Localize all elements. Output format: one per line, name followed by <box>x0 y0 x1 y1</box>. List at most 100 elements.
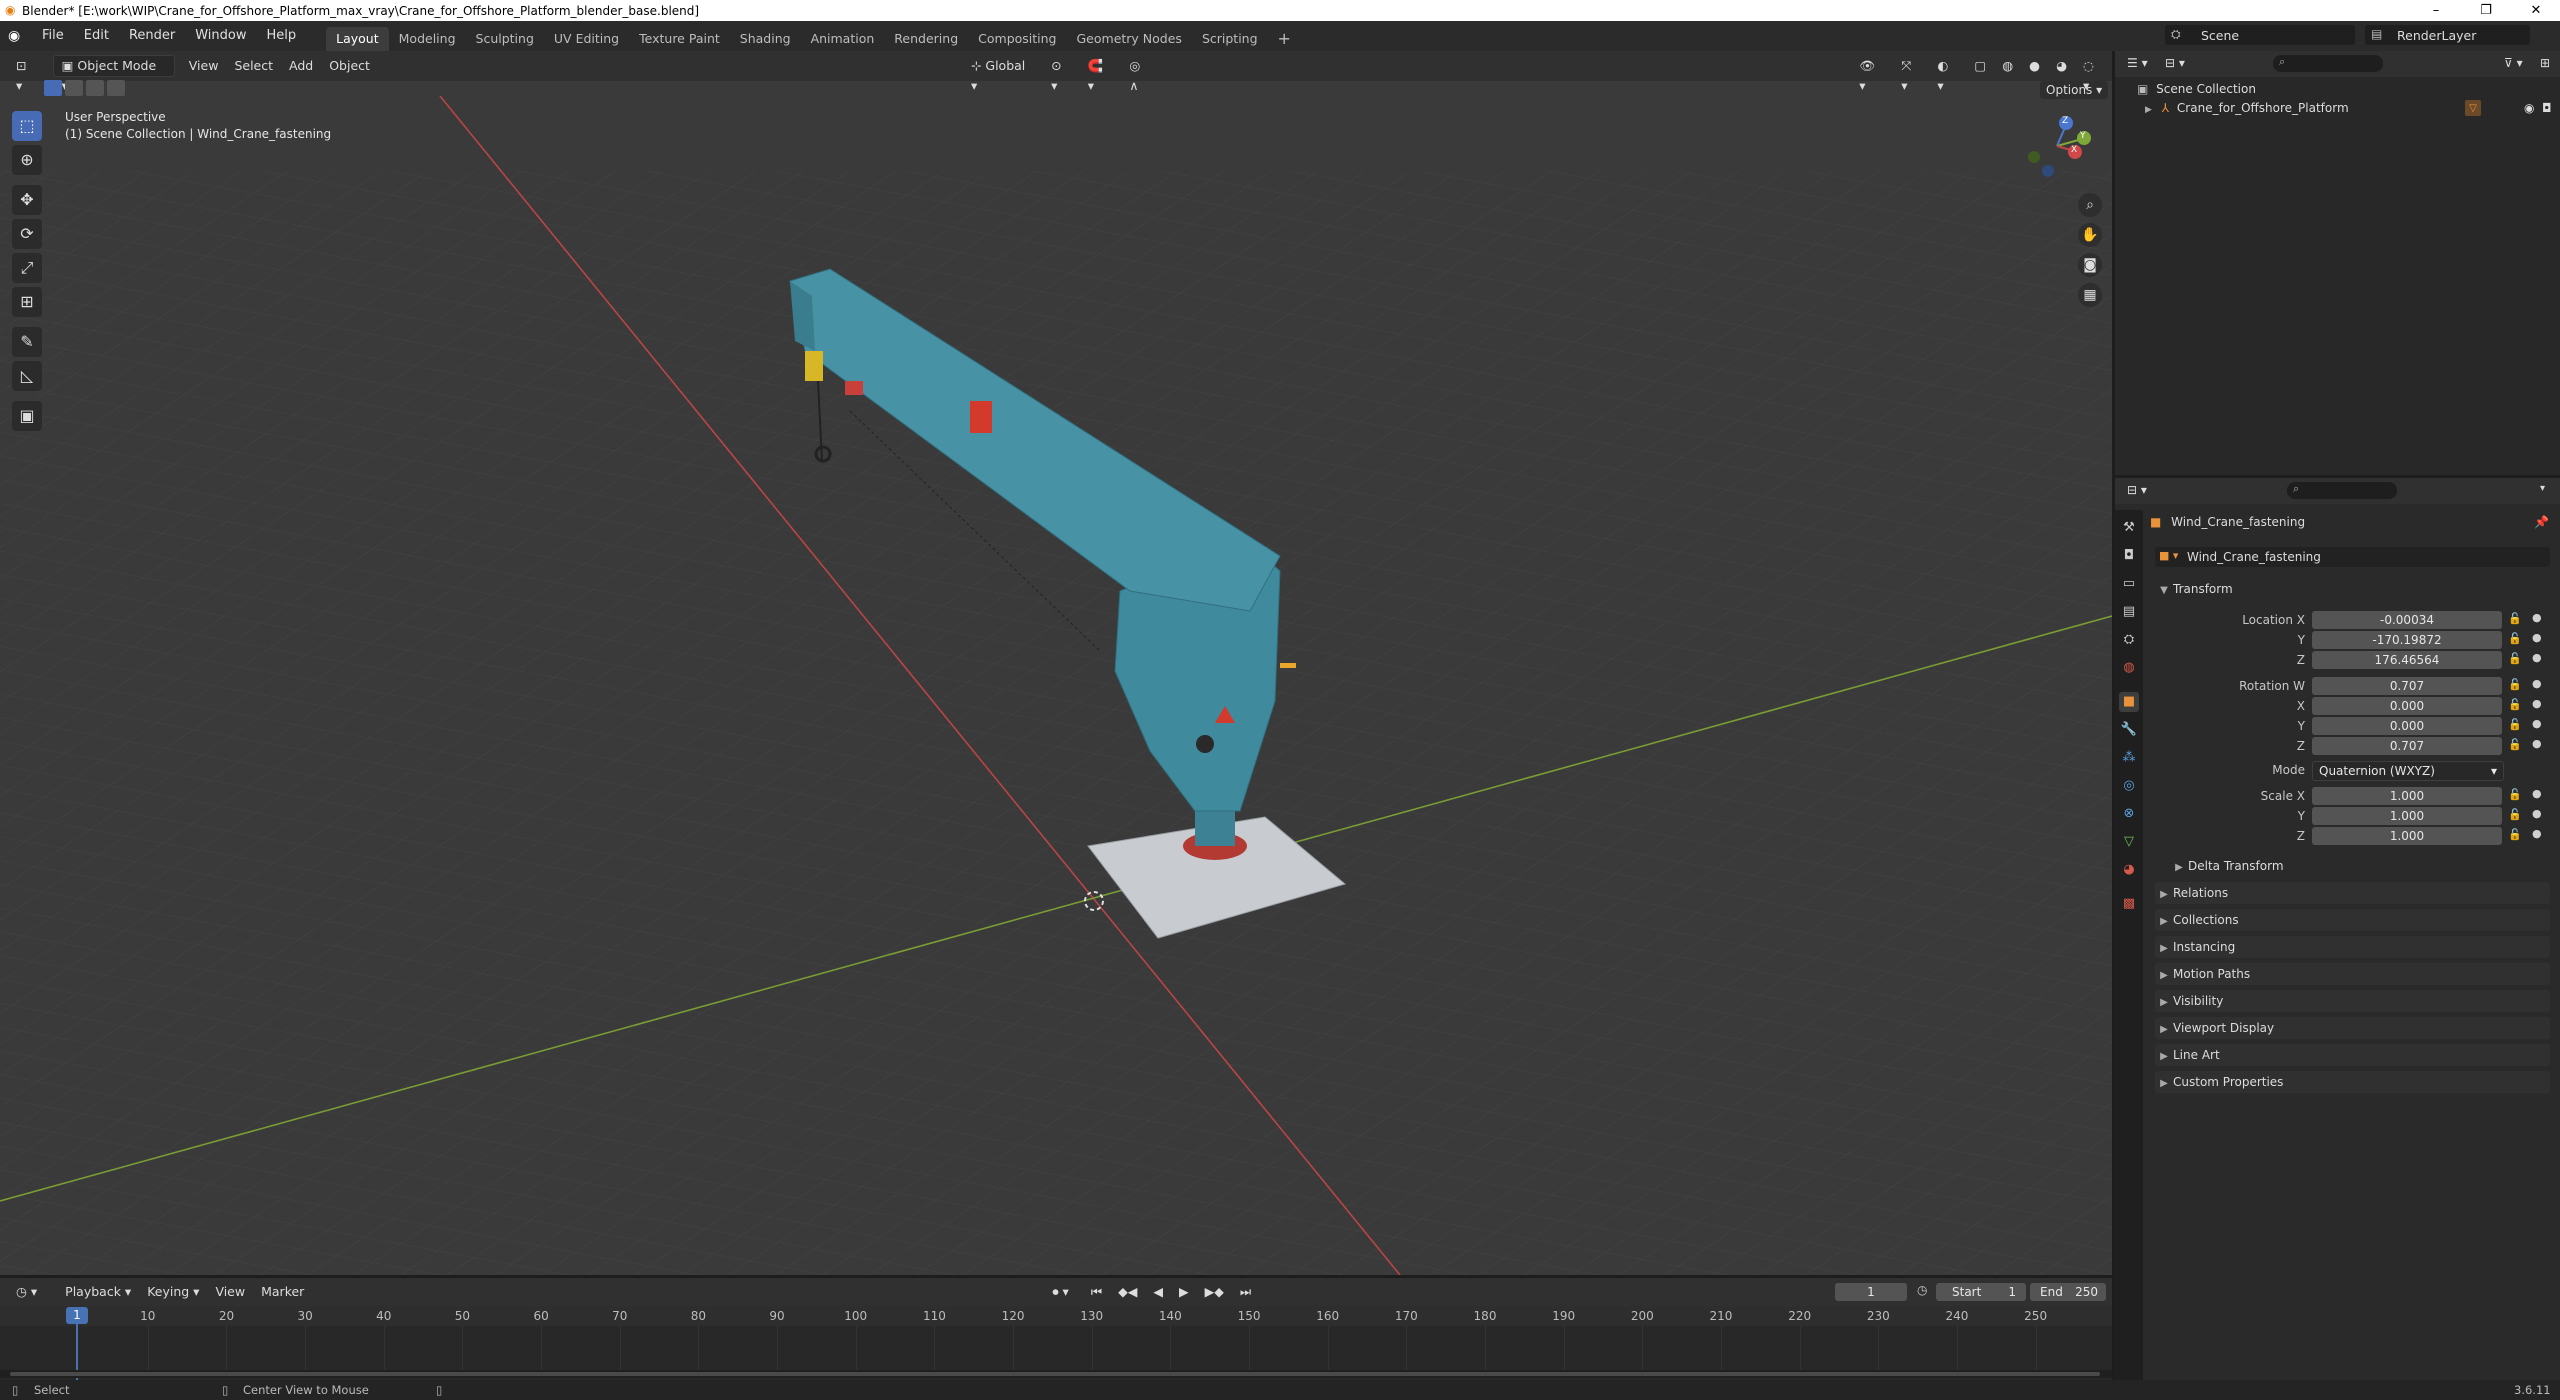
line-art-panel-header[interactable]: ▶ Line Art <box>2155 1044 2550 1066</box>
grid-view-icon[interactable]: ▦ <box>2078 283 2102 307</box>
rotation-x-field[interactable]: 0.000 <box>2312 697 2502 715</box>
select-box-tool[interactable]: ⬚ <box>12 111 42 141</box>
timeline-menu-view[interactable]: View <box>207 1282 253 1302</box>
rotation-mode-dropdown[interactable]: Quaternion (WXYZ) ▾ <box>2312 761 2504 781</box>
instancing-panel-header[interactable]: ▶ Instancing <box>2155 936 2550 958</box>
object-datablock-field[interactable]: ■ ▾ Wind_Crane_fastening <box>2155 547 2550 567</box>
tab-sculpting[interactable]: Sculpting <box>466 27 544 51</box>
transform-orientation-dropdown[interactable]: ⊹ Global ▾ <box>963 56 1043 93</box>
tab-uv-editing[interactable]: UV Editing <box>544 27 629 51</box>
keyframe-dot-icon[interactable]: ● <box>2532 611 2542 624</box>
data-tab-icon[interactable]: ▽ <box>2119 832 2139 852</box>
tool-tab-icon[interactable]: ⚒ <box>2119 518 2139 538</box>
scale-x-field[interactable]: 1.000 <box>2312 787 2502 805</box>
camera-render-icon[interactable]: ◘ <box>2542 99 2552 117</box>
tab-rendering[interactable]: Rendering <box>884 27 968 51</box>
play-icon[interactable]: ▶ <box>1171 1282 1197 1302</box>
outliner-display-mode-icon[interactable]: ⊟ ▾ <box>2165 56 2185 70</box>
view-layer-selector[interactable]: ▤ RenderLayer <box>2365 25 2530 45</box>
select-extend-icon[interactable] <box>65 80 83 96</box>
tab-texture-paint[interactable]: Texture Paint <box>629 27 730 51</box>
jump-keyframe-forward-icon[interactable]: ▶◆ <box>1197 1282 1232 1302</box>
lock-icon[interactable]: 🔓 <box>2508 718 2522 731</box>
timeline-menu-marker[interactable]: Marker <box>253 1282 312 1302</box>
scene-selector[interactable]: ⛭ Scene <box>2165 25 2355 45</box>
editor-type-icon[interactable]: ⊡ ▾ <box>8 56 45 93</box>
tab-animation[interactable]: Animation <box>801 27 885 51</box>
rotation-w-field[interactable]: 0.707 <box>2312 677 2502 695</box>
lock-icon[interactable]: 🔓 <box>2508 788 2522 801</box>
world-tab-icon[interactable]: ◍ <box>2119 658 2139 678</box>
clock-icon[interactable]: ◷ <box>1917 1283 1927 1297</box>
collections-panel-header[interactable]: ▶ Collections <box>2155 909 2550 931</box>
constraints-tab-icon[interactable]: ⊗ <box>2119 804 2139 824</box>
navigation-gizmo[interactable]: Z Y X <box>2022 111 2092 181</box>
menu-file[interactable]: File <box>32 21 74 51</box>
menu-help[interactable]: Help <box>257 21 307 51</box>
transform-tool[interactable]: ⊞ <box>12 287 42 317</box>
jump-start-icon[interactable]: ⏮ <box>1083 1282 1110 1302</box>
gizmo-toggle-icon[interactable]: ⤧ ▾ <box>1893 56 1929 93</box>
pan-hand-icon[interactable]: ✋ <box>2078 223 2102 247</box>
viewport-display-panel-header[interactable]: ▶ Viewport Display <box>2155 1017 2550 1039</box>
add-workspace-button[interactable]: + <box>1268 27 1301 51</box>
move-tool[interactable]: ✥ <box>12 185 42 215</box>
keyframe-dot-icon[interactable]: ● <box>2532 787 2542 800</box>
rotation-z-field[interactable]: 0.707 <box>2312 737 2502 755</box>
tab-modeling[interactable]: Modeling <box>389 27 466 51</box>
viewport-menu-view[interactable]: View <box>181 56 227 76</box>
transform-panel-header[interactable]: ▼ Transform <box>2155 578 2550 600</box>
particles-tab-icon[interactable]: ⁂ <box>2119 748 2139 768</box>
shading-wireframe-icon[interactable]: ◍ <box>1994 56 2021 76</box>
physics-tab-icon[interactable]: ◎ <box>2119 776 2139 796</box>
delta-transform-panel-header[interactable]: ▶ Delta Transform <box>2170 855 2550 877</box>
lock-icon[interactable]: 🔓 <box>2508 678 2522 691</box>
snap-icon[interactable]: 🧲 ▾ <box>1080 56 1122 93</box>
viewport-options-button[interactable]: Options ▾ <box>2040 81 2109 99</box>
render-tab-icon[interactable]: ◘ <box>2119 546 2139 566</box>
keyframe-dot-icon[interactable]: ● <box>2532 651 2542 664</box>
add-cube-tool[interactable]: ▣ <box>12 401 42 431</box>
location-y-field[interactable]: -170.19872 <box>2312 631 2502 649</box>
timeline-area[interactable]: 10 20 30 40 50 60 70 80 90 100 110 120 130 140 150 160 1… <box>0 1306 2112 1380</box>
location-z-field[interactable]: 176.46564 <box>2312 651 2502 669</box>
location-x-field[interactable]: -0.00034 <box>2312 611 2502 629</box>
properties-options-icon[interactable]: ▾ <box>2540 483 2545 494</box>
shading-material-icon[interactable]: ◕ <box>2048 56 2075 76</box>
material-tab-icon[interactable]: ◕ <box>2119 860 2139 880</box>
pivot-point-icon[interactable]: ⊙ ▾ <box>1043 56 1080 93</box>
menu-edit[interactable]: Edit <box>74 21 119 51</box>
menu-render[interactable]: Render <box>119 21 185 51</box>
menu-window[interactable]: Window <box>185 21 256 51</box>
custom-properties-panel-header[interactable]: ▶ Custom Properties <box>2155 1071 2550 1093</box>
scale-tool[interactable]: ⤢ <box>12 253 42 283</box>
object-mode-dropdown[interactable]: ▣ Object Mode ▾ <box>52 55 175 93</box>
xray-icon[interactable]: ▢ <box>1966 56 1994 76</box>
lock-icon[interactable]: 🔓 <box>2508 738 2522 751</box>
tab-geometry-nodes[interactable]: Geometry Nodes <box>1067 27 1192 51</box>
lock-icon[interactable]: 🔓 <box>2508 828 2522 841</box>
tab-compositing[interactable]: Compositing <box>968 27 1066 51</box>
jump-keyframe-back-icon[interactable]: ◆◀ <box>1110 1282 1145 1302</box>
properties-search-input[interactable]: ⌕ <box>2287 482 2397 499</box>
timeline-editor-type-icon[interactable]: ◷ ▾ <box>8 1282 45 1302</box>
blender-menu-icon[interactable]: ◉ <box>8 28 32 44</box>
current-frame-field[interactable]: 1 <box>1835 1283 1907 1301</box>
select-new-icon[interactable] <box>44 80 62 96</box>
properties-editor-type-icon[interactable]: ⊟ ▾ <box>2127 483 2147 497</box>
tab-layout[interactable]: Layout <box>326 27 389 51</box>
maximize-button[interactable]: ❐ <box>2466 0 2506 21</box>
scale-z-field[interactable]: 1.000 <box>2312 827 2502 845</box>
rotation-y-field[interactable]: 0.000 <box>2312 717 2502 735</box>
outliner-search-input[interactable]: ⌕ <box>2273 55 2383 72</box>
minimize-button[interactable]: – <box>2416 0 2456 21</box>
measure-tool[interactable]: ◺ <box>12 361 42 391</box>
visibility-icon[interactable]: 👁 ▾ <box>1851 56 1893 93</box>
timeline-scrollbar-thumb[interactable] <box>10 1372 2100 1376</box>
output-tab-icon[interactable]: ▭ <box>2119 574 2139 594</box>
tab-scripting[interactable]: Scripting <box>1192 27 1268 51</box>
timeline-scrollbar[interactable] <box>0 1370 2112 1378</box>
select-subtract-icon[interactable] <box>86 80 104 96</box>
proportional-edit-icon[interactable]: ◎ ∧ <box>1121 56 1161 93</box>
new-collection-icon[interactable]: ⊞ <box>2540 56 2550 70</box>
